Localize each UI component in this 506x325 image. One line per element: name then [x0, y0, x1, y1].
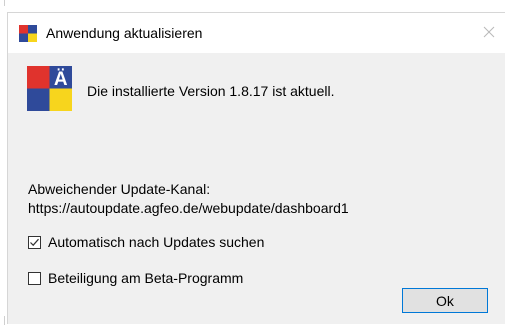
- auto-update-checkbox[interactable]: [28, 235, 41, 249]
- checkmark-icon: [30, 238, 39, 246]
- close-icon: [483, 26, 495, 38]
- app-logo-large-icon: Ä: [27, 66, 72, 111]
- screen: Anwendung aktualisieren Ä Die installier…: [0, 0, 506, 325]
- update-channel-url: https://autoupdate.agfeo.de/webupdate/da…: [28, 200, 349, 216]
- version-status-message: Die installierte Version 1.8.17 ist aktu…: [87, 83, 335, 99]
- beta-program-label: Beteiligung am Beta-Programm: [48, 270, 244, 286]
- auto-update-checkbox-row[interactable]: Automatisch nach Updates suchen: [28, 234, 264, 250]
- app-logo-letter: Ä: [54, 69, 68, 90]
- background-window-edge-bottom: [4, 316, 5, 325]
- title-bar[interactable]: Anwendung aktualisieren: [8, 13, 505, 53]
- update-dialog: Anwendung aktualisieren Ä Die installier…: [7, 12, 505, 324]
- ok-button[interactable]: Ok: [402, 288, 488, 313]
- close-button[interactable]: [481, 24, 497, 40]
- update-channel-label: Abweichender Update-Kanal:: [28, 181, 211, 197]
- background-window-edge: [4, 0, 5, 6]
- beta-program-checkbox[interactable]: [28, 271, 41, 285]
- dialog-content: Ä Die installierte Version 1.8.17 ist ak…: [8, 53, 505, 325]
- app-logo-icon: [19, 25, 37, 42]
- auto-update-label: Automatisch nach Updates suchen: [48, 234, 265, 250]
- beta-program-checkbox-row[interactable]: Beteiligung am Beta-Programm: [28, 270, 243, 286]
- window-title: Anwendung aktualisieren: [46, 25, 203, 41]
